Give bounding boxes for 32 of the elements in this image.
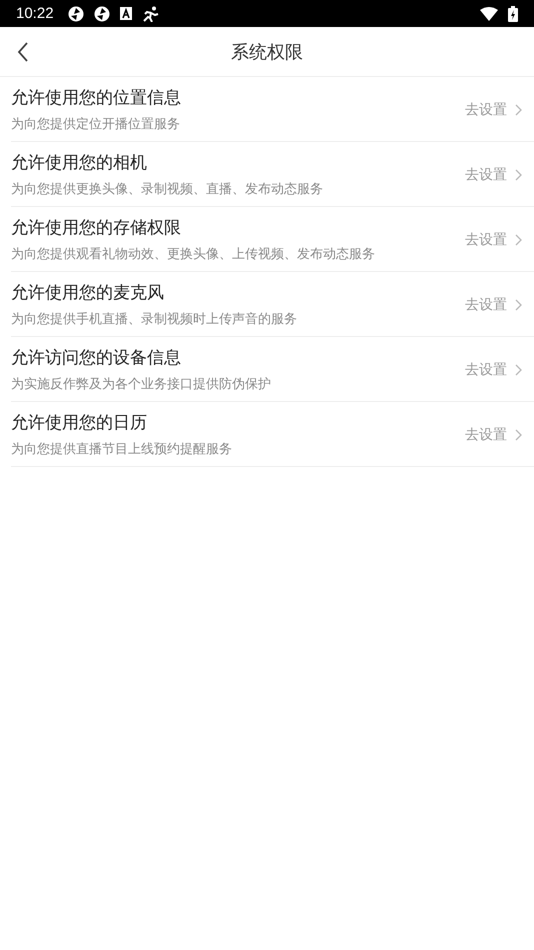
permission-description: 为向您提供手机直播、录制视频时上传声音的服务 xyxy=(11,310,298,328)
settings-link[interactable]: 去设置 xyxy=(465,166,522,184)
chevron-icon xyxy=(515,429,522,441)
chevron-icon xyxy=(515,364,522,376)
permission-description: 为向您提供定位开播位置服务 xyxy=(11,116,181,132)
settings-link[interactable]: 去设置 xyxy=(465,101,522,119)
font-icon xyxy=(120,7,132,20)
chevron-icon xyxy=(515,299,522,311)
chevron-icon xyxy=(515,234,522,246)
chevron-icon xyxy=(515,169,522,181)
permission-title: 允许使用您的位置信息 xyxy=(11,86,182,108)
settings-link[interactable]: 去设置 xyxy=(465,361,522,379)
permission-description: 为实施反作弊及为各个业务接口提供防伪保护 xyxy=(11,376,272,392)
permission-description: 为向您提供观看礼物动效、更换头像、上传视频、发布动态服务 xyxy=(11,246,376,262)
aperture-icon xyxy=(94,6,110,22)
permission-title: 允许使用您的相机 xyxy=(11,152,148,174)
settings-link[interactable]: 去设置 xyxy=(465,296,522,314)
permission-title: 允许访问您的设备信息 xyxy=(11,346,182,368)
permission-description: 为向您提供直播节目上线预约提醒服务 xyxy=(11,440,233,458)
wifi-icon xyxy=(480,6,498,20)
permission-title: 允许使用您的麦克风 xyxy=(11,282,165,304)
settings-link[interactable]: 去设置 xyxy=(465,231,522,249)
chevron-icon xyxy=(515,104,522,116)
battery-icon xyxy=(508,6,518,22)
permission-title: 允许使用您的日历 xyxy=(11,412,148,434)
status-time: 10:22 xyxy=(16,5,54,22)
permission-title: 允许使用您的存储权限 xyxy=(11,216,182,238)
runner-icon xyxy=(142,6,159,22)
settings-link[interactable]: 去设置 xyxy=(465,426,522,444)
page-title: 系统权限 xyxy=(231,40,303,64)
permission-description: 为向您提供更换头像、录制视频、直播、发布动态服务 xyxy=(11,180,324,198)
aperture-icon xyxy=(68,6,84,22)
